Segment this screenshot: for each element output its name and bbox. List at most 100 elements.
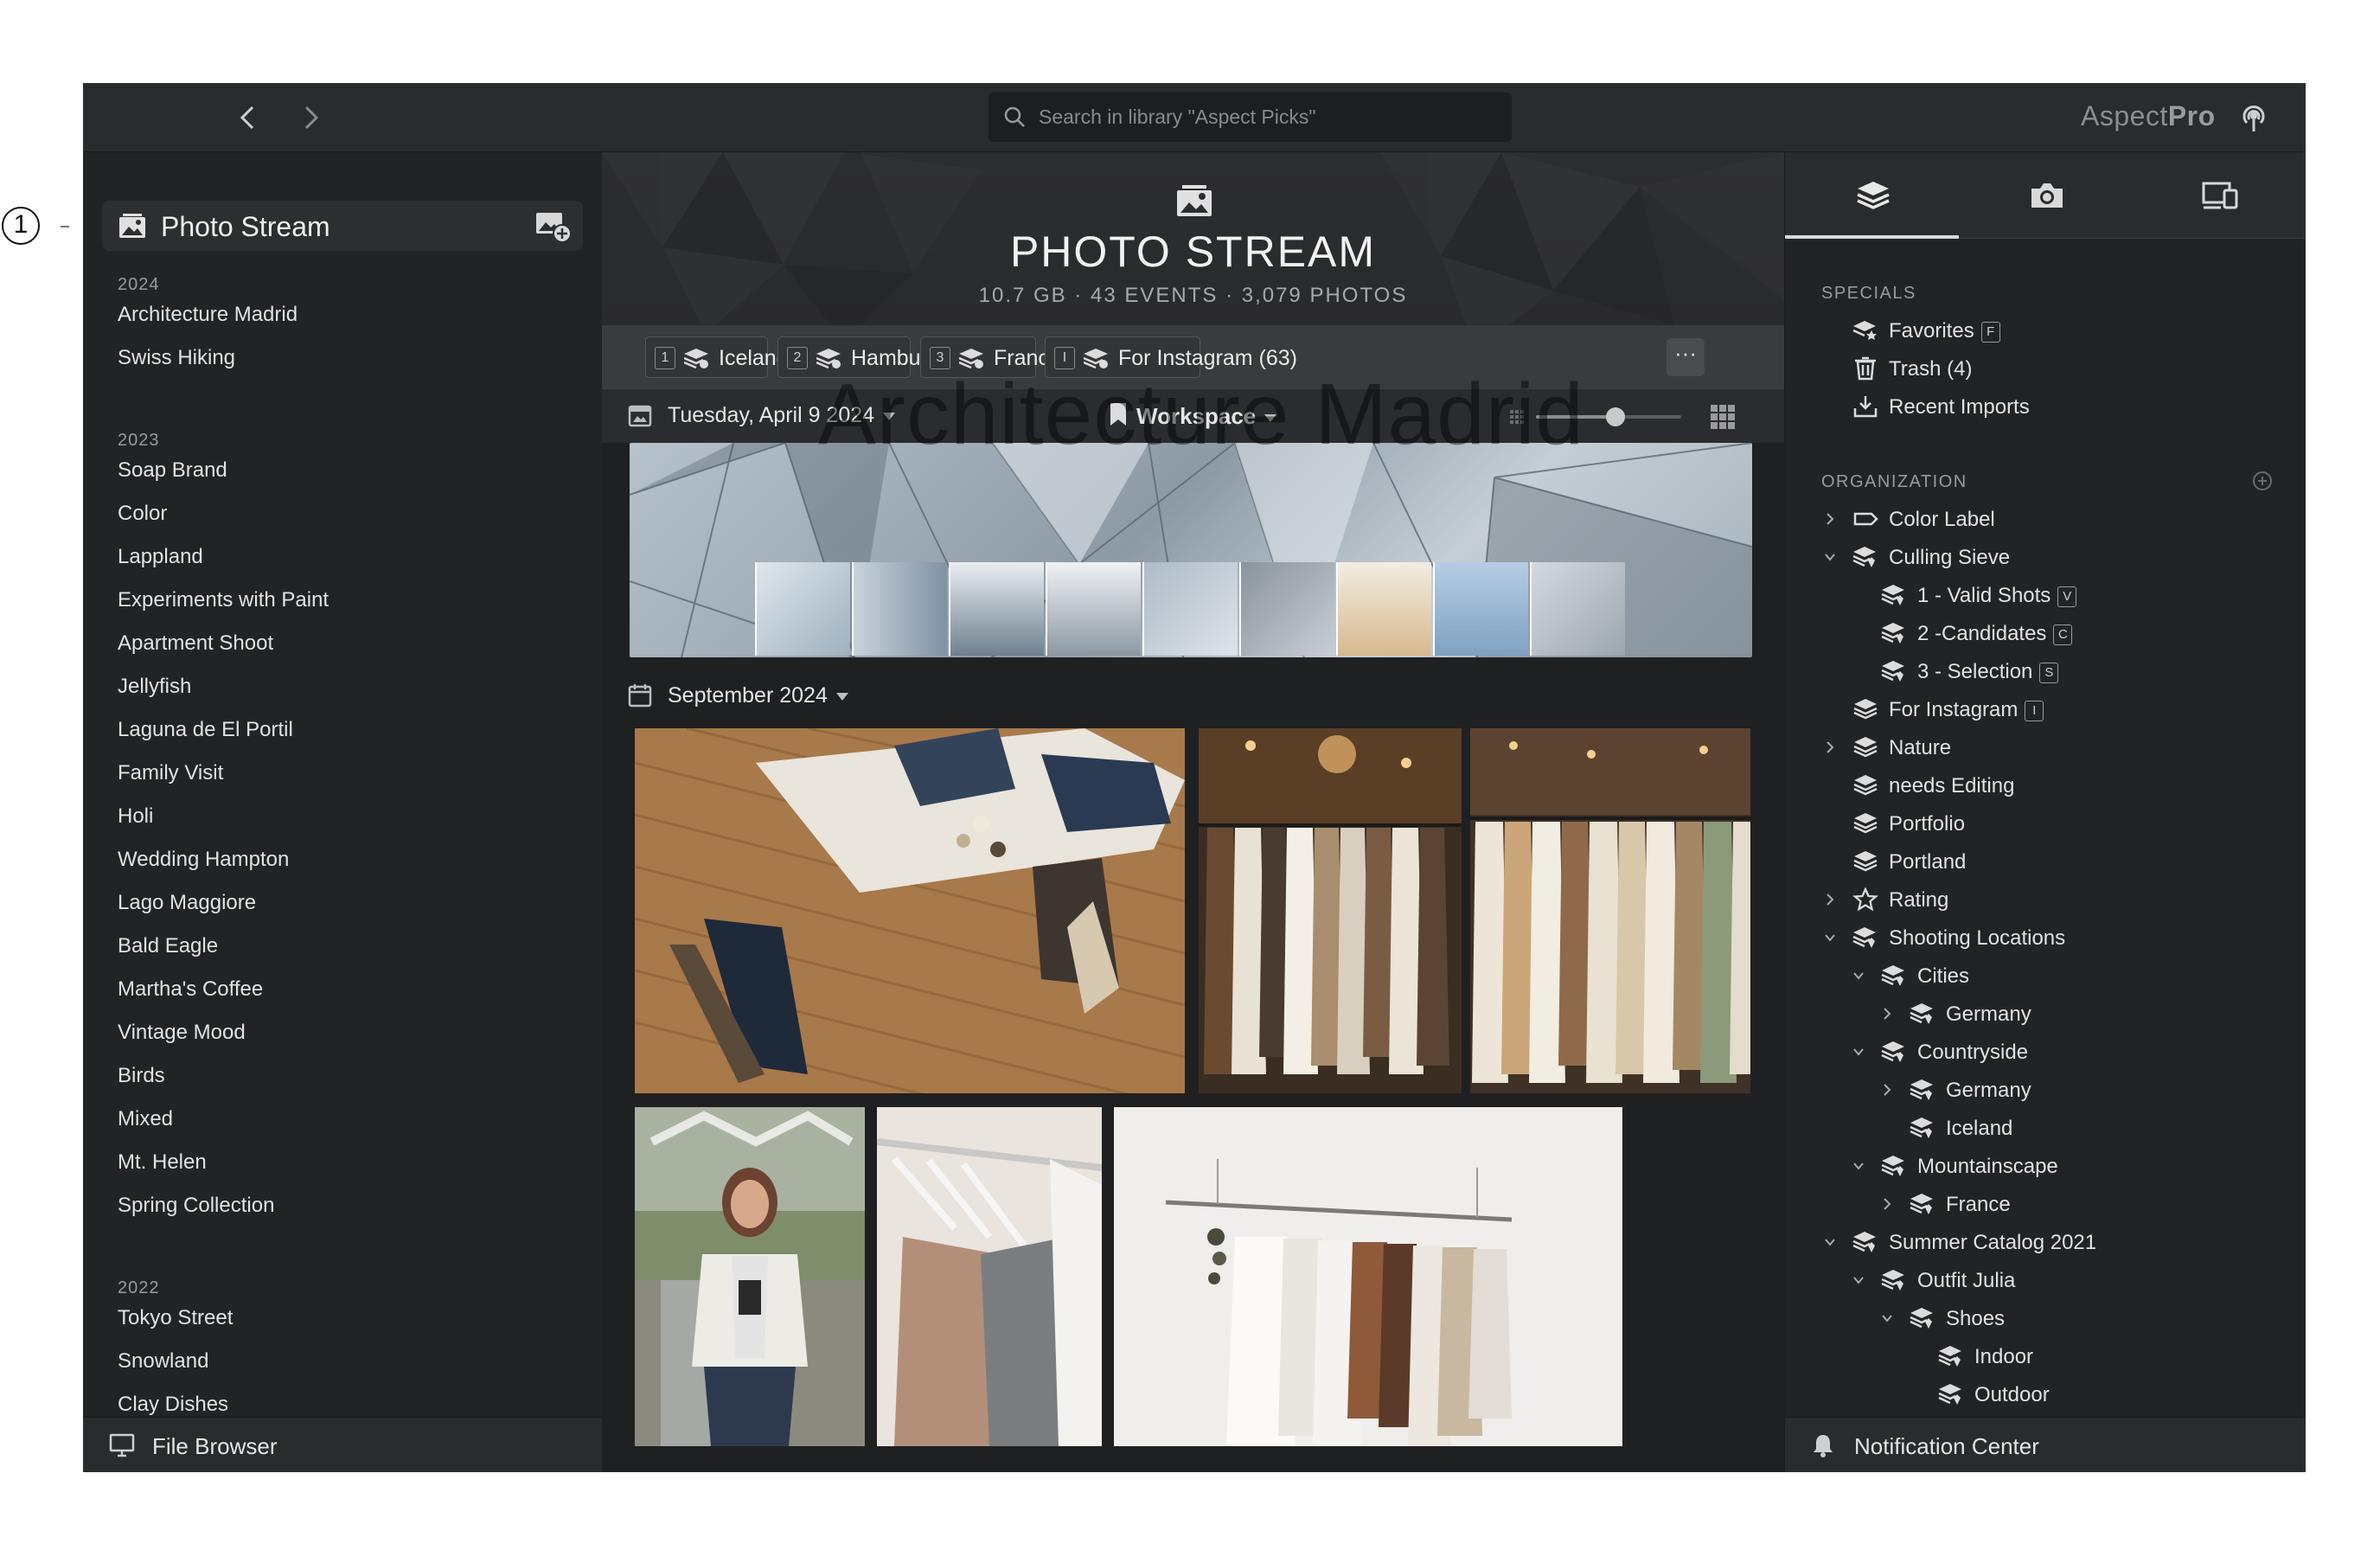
event-item[interactable]: Birds: [118, 1064, 165, 1088]
section-date-dropdown[interactable]: September 2024: [668, 683, 848, 708]
chevron-down-icon[interactable]: [1852, 1157, 1865, 1175]
page-title: PHOTO STREAM: [1009, 227, 1377, 276]
smart-album-icon: [959, 349, 983, 369]
smart-album-icon: [1910, 1118, 1933, 1138]
chevron-down-icon[interactable]: [1823, 1233, 1837, 1251]
file-browser-button[interactable]: File Browser: [83, 1417, 602, 1472]
photo-white-clothes-rail[interactable]: [1114, 1107, 1622, 1446]
event-item[interactable]: Snowland: [118, 1349, 208, 1374]
photo-clothes-rack-2[interactable]: [1470, 728, 1750, 1093]
more-albums-button[interactable]: ···: [1667, 338, 1705, 376]
event-item[interactable]: Lappland: [118, 545, 203, 569]
event-item[interactable]: Vintage Mood: [118, 1021, 246, 1045]
thumbnail[interactable]: [1336, 562, 1431, 656]
smart-album-icon: [1852, 927, 1876, 948]
chevron-right-icon[interactable]: [1880, 1195, 1894, 1213]
thumbnail[interactable]: [949, 562, 1044, 656]
chevron-right-icon[interactable]: [1880, 1005, 1894, 1022]
chevron-down-icon[interactable]: [1852, 967, 1865, 984]
add-event-icon[interactable]: [534, 209, 573, 244]
broadcast-icon[interactable]: [2236, 100, 2271, 135]
quick-album-tag[interactable]: 3France (69): [920, 336, 1105, 378]
event-item[interactable]: Mixed: [118, 1107, 173, 1131]
event-banner[interactable]: [630, 443, 1752, 657]
tree-item-label: Countryside: [1917, 1041, 2029, 1064]
workspace-dropdown[interactable]: Workspace: [1136, 403, 1277, 430]
tab-albums[interactable]: [1785, 152, 1959, 239]
quick-album-tag[interactable]: 1Iceland (291): [645, 336, 845, 378]
tab-devices[interactable]: [2133, 152, 2306, 239]
thumbnail[interactable]: [755, 562, 850, 656]
album-icon: [1853, 813, 1878, 834]
chevron-right-icon[interactable]: [1823, 739, 1837, 756]
quick-album-tag[interactable]: I For Instagram (63): [1045, 336, 1297, 378]
chevron-down-icon[interactable]: [1852, 1043, 1865, 1060]
chevron-right-icon[interactable]: [1823, 891, 1837, 908]
thumbnail[interactable]: [1046, 562, 1141, 656]
app-window: AspectPro Photo Stream 2024 Architecture …: [83, 83, 2306, 1472]
photo-woman-portrait[interactable]: [635, 1107, 865, 1446]
thumbnail[interactable]: [1530, 562, 1625, 656]
zoom-slider-thumb[interactable]: [1606, 407, 1626, 426]
photo-store-aerial[interactable]: [635, 728, 1185, 1093]
event-item[interactable]: Bald Eagle: [118, 934, 218, 958]
search-box[interactable]: [988, 93, 1512, 142]
thumbnail[interactable]: [852, 562, 947, 656]
smart-album-icon: [1938, 1346, 1961, 1367]
smart-album-icon: [1881, 1041, 1904, 1062]
event-item[interactable]: Architecture Madrid: [118, 303, 298, 327]
main-content: PHOTO STREAM 10.7 GB · 43 EVENTS · 3,079…: [602, 152, 1784, 1472]
year-header: 2024: [118, 275, 160, 294]
quick-album-tag[interactable]: 2Hamburg (233): [777, 336, 996, 378]
event-item[interactable]: Lago Maggiore: [118, 891, 256, 915]
photo-hangers-knit[interactable]: [877, 1107, 1102, 1446]
event-item[interactable]: Soap Brand: [118, 458, 227, 483]
chevron-right-icon[interactable]: [1880, 1081, 1894, 1098]
chevron-down-icon[interactable]: [1880, 1310, 1894, 1327]
event-item[interactable]: Martha's Coffee: [118, 977, 263, 1002]
event-item[interactable]: Spring Collection: [118, 1194, 274, 1218]
chevron-down-icon[interactable]: [1823, 548, 1837, 566]
album-icon: [1853, 737, 1878, 758]
thumbnail[interactable]: [1142, 562, 1238, 656]
large-grid-icon[interactable]: [1711, 405, 1735, 429]
photo-stream-item[interactable]: Photo Stream: [102, 201, 583, 251]
smart-album-icon: [1881, 965, 1904, 986]
event-item[interactable]: Tokyo Street: [118, 1306, 233, 1330]
event-item[interactable]: Family Visit: [118, 761, 223, 785]
event-item[interactable]: Apartment Shoot: [118, 631, 273, 656]
event-date-dropdown[interactable]: Tuesday, April 9 2024: [668, 403, 896, 428]
tab-camera[interactable]: [1959, 152, 2133, 239]
smart-album-icon: [1852, 1232, 1876, 1252]
star-icon: [1852, 887, 1878, 912]
notification-center-button[interactable]: Notification Center: [1785, 1417, 2306, 1472]
tree-item-label: Color Label: [1889, 508, 1995, 531]
event-item[interactable]: Wedding Hampton: [118, 848, 289, 872]
event-item[interactable]: Swiss Hiking: [118, 346, 235, 370]
thumbnail[interactable]: [1433, 562, 1528, 656]
forward-button[interactable]: [289, 97, 330, 138]
event-item[interactable]: Laguna de El Portil: [118, 718, 293, 742]
search-input[interactable]: [1039, 93, 1497, 142]
chevron-down-icon[interactable]: [1823, 929, 1837, 946]
tree-item-label: For Instagram: [1889, 698, 2019, 721]
event-item[interactable]: Experiments with Paint: [118, 588, 329, 612]
back-button[interactable]: [228, 97, 270, 138]
chevron-right-icon[interactable]: [1823, 510, 1837, 528]
tree-item-label: Iceland: [1946, 1117, 2013, 1140]
event-item[interactable]: Color: [118, 502, 167, 526]
zoom-slider[interactable]: [1536, 407, 1681, 426]
event-item[interactable]: Clay Dishes: [118, 1393, 228, 1417]
smart-album-icon: [1910, 1194, 1933, 1214]
add-circle-icon[interactable]: [2252, 471, 2273, 491]
thumbnail[interactable]: [1239, 562, 1334, 656]
trash-icon: [1855, 356, 1876, 381]
chevron-down-icon[interactable]: [1852, 1271, 1865, 1289]
monitor-icon: [109, 1433, 135, 1457]
import-icon: [1853, 396, 1878, 418]
event-item[interactable]: Mt. Helen: [118, 1150, 207, 1175]
event-item[interactable]: Jellyfish: [118, 675, 191, 699]
event-item[interactable]: Holi: [118, 804, 153, 829]
smart-album-icon: [1938, 1384, 1961, 1405]
photo-clothes-rack-1[interactable]: [1199, 728, 1462, 1093]
